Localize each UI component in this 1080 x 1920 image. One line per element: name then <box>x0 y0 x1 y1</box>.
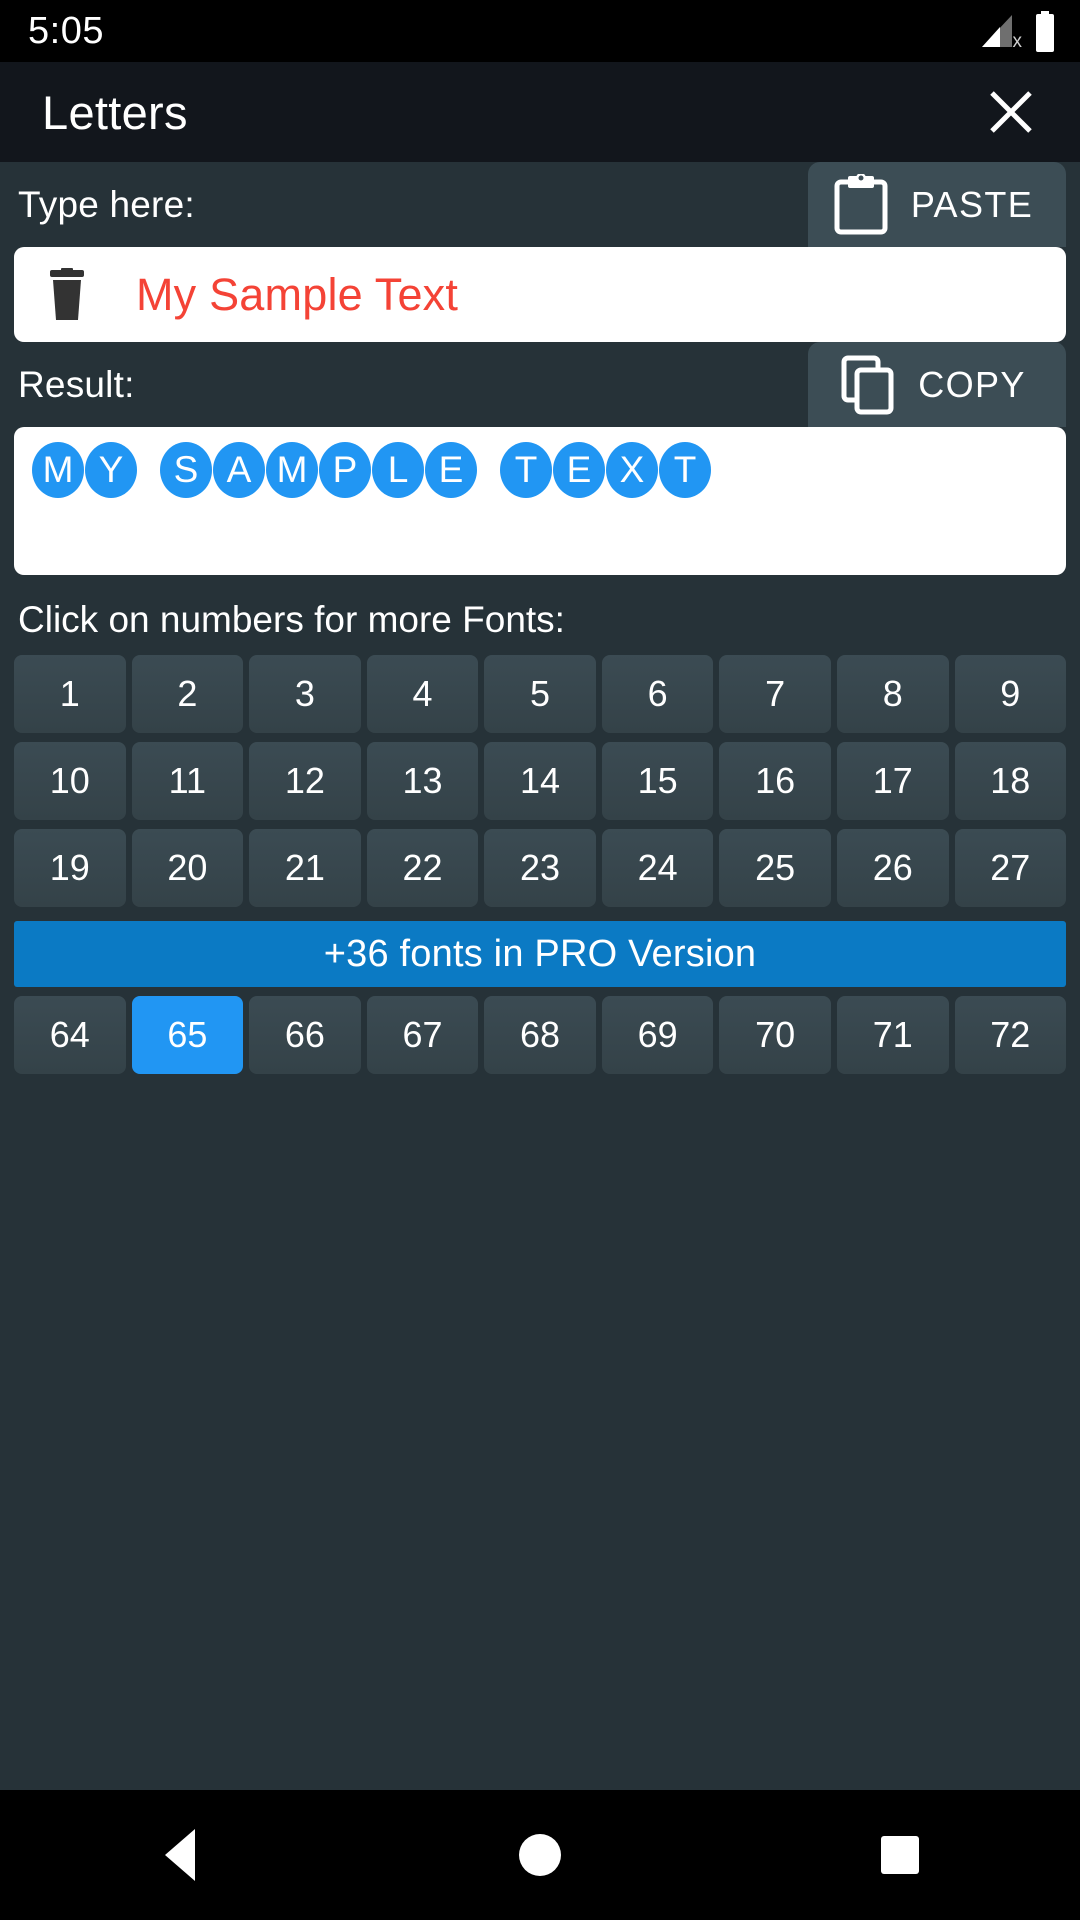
font-number-button-8[interactable]: 8 <box>836 655 949 733</box>
font-number-row: 123456789 <box>0 655 1080 742</box>
font-number-grid: 1 2 3 4 5 6 7 8 9 10 11 12 13 14 15 16 17 18 19 20 21 22 23 24 2… <box>0 655 1080 916</box>
font-number-button-69[interactable]: 69 <box>601 996 714 1074</box>
font-number-button-3[interactable]: 3 <box>249 655 361 733</box>
nav-back-button[interactable] <box>115 1790 245 1920</box>
font-grid-label: Click on numbers for more Fonts: <box>18 599 565 640</box>
pro-version-banner[interactable]: +36 fonts in PRO Version <box>14 921 1066 987</box>
result-bubble: L <box>372 442 424 498</box>
result-bubble: A <box>213 442 265 498</box>
copy-button[interactable]: COPY <box>808 342 1066 427</box>
recents-icon <box>881 1836 919 1874</box>
font-number-button-70[interactable]: 70 <box>719 996 831 1074</box>
font-number-button-12[interactable]: 12 <box>249 742 361 820</box>
paste-button-label: PASTE <box>910 183 1034 225</box>
result-bubbles: MYSAMPLETEXT <box>32 442 712 498</box>
close-icon <box>990 91 1032 133</box>
font-number-button-17[interactable]: 17 <box>836 742 949 820</box>
main-content: Type here: PASTE My Sample Text Result: … <box>0 162 1080 1790</box>
font-number-button-15[interactable]: 15 <box>601 742 714 820</box>
page-title: Letters <box>42 85 188 139</box>
font-number-button-14[interactable]: 14 <box>484 742 596 820</box>
font-number-button-9[interactable]: 9 <box>954 655 1067 733</box>
font-number-button-68[interactable]: 68 <box>484 996 596 1074</box>
copy-button-label: COPY <box>918 363 1026 405</box>
font-number-button-25[interactable]: 25 <box>719 829 831 907</box>
font-number-button-66[interactable]: 66 <box>249 996 361 1074</box>
font-number-button-10[interactable]: 10 <box>14 742 126 820</box>
nav-home-button[interactable] <box>475 1790 605 1920</box>
result-bubble: M <box>266 442 318 498</box>
trash-icon[interactable] <box>44 267 90 322</box>
home-icon <box>519 1834 561 1876</box>
battery-full-icon <box>1034 11 1056 52</box>
status-time: 5:05 <box>28 9 104 52</box>
font-number-button-19[interactable]: 19 <box>14 829 126 907</box>
font-number-button-11[interactable]: 11 <box>131 742 244 820</box>
font-number-button-5[interactable]: 5 <box>484 655 596 733</box>
font-number-button-4[interactable]: 4 <box>366 655 479 733</box>
font-number-button-21[interactable]: 21 <box>249 829 361 907</box>
app-screen: 5:05 x Letters Type here: PASTE My Sampl… <box>0 0 1080 1920</box>
close-button[interactable] <box>976 77 1046 147</box>
result-bubble: T <box>500 442 552 498</box>
font-number-button-22[interactable]: 22 <box>366 829 479 907</box>
font-number-button-1[interactable]: 1 <box>14 655 126 733</box>
font-number-button-71[interactable]: 71 <box>836 996 949 1074</box>
font-number-button-7[interactable]: 7 <box>719 655 831 733</box>
clipboard-icon <box>834 173 888 234</box>
font-number-button-18[interactable]: 18 <box>954 742 1067 820</box>
font-number-button-67[interactable]: 67 <box>366 996 479 1074</box>
result-label: Result: <box>18 363 135 405</box>
font-number-button-64[interactable]: 64 <box>14 996 126 1074</box>
font-number-button-20[interactable]: 20 <box>131 829 244 907</box>
font-number-row: 19 20 21 22 23 24 25 26 27 <box>0 829 1080 916</box>
result-bubble: P <box>319 442 371 498</box>
result-bubble: T <box>659 442 711 498</box>
font-number-button-13[interactable]: 13 <box>366 742 479 820</box>
font-number-button-23[interactable]: 23 <box>484 829 596 907</box>
result-bubble: Y <box>85 442 137 498</box>
paste-button[interactable]: PASTE <box>808 162 1066 247</box>
nav-recents-button[interactable] <box>835 1790 965 1920</box>
result-label-row: Result: COPY <box>0 342 1080 427</box>
font-number-row: 10 11 12 13 14 15 16 17 18 <box>0 742 1080 829</box>
font-number-button-72[interactable]: 72 <box>954 996 1067 1074</box>
text-input-value: My Sample Text <box>136 268 459 320</box>
input-label-row: Type here: PASTE <box>0 162 1080 247</box>
status-icons: x <box>978 11 1056 52</box>
status-bar: 5:05 x <box>0 0 1080 62</box>
input-label: Type here: <box>18 183 195 225</box>
result-bubble: E <box>553 442 605 498</box>
cellular-signal-no-service-icon: x <box>978 13 1022 51</box>
result-bubble: E <box>425 442 477 498</box>
font-number-button-2[interactable]: 2 <box>131 655 244 733</box>
android-nav-bar <box>0 1790 1080 1920</box>
font-number-button-6[interactable]: 6 <box>601 655 714 733</box>
font-number-button-27[interactable]: 27 <box>954 829 1067 907</box>
text-input-field[interactable]: My Sample Text <box>14 247 1066 342</box>
font-number-button-24[interactable]: 24 <box>601 829 714 907</box>
font-number-button-65[interactable]: 65 <box>131 996 244 1074</box>
result-bubble: S <box>160 442 212 498</box>
font-number-button-26[interactable]: 26 <box>836 829 949 907</box>
signal-x-badge: x <box>1012 31 1023 52</box>
font-number-bottom-row: 64 65 66 67 68 69 70 71 72 <box>0 996 1080 1083</box>
result-bubble: M <box>32 442 84 498</box>
result-output-field[interactable]: MYSAMPLETEXT <box>14 427 1066 575</box>
result-bubble: X <box>606 442 658 498</box>
app-title-bar: Letters <box>0 62 1080 162</box>
font-number-button-16[interactable]: 16 <box>719 742 831 820</box>
copy-icon <box>841 355 894 414</box>
back-icon <box>165 1829 195 1881</box>
